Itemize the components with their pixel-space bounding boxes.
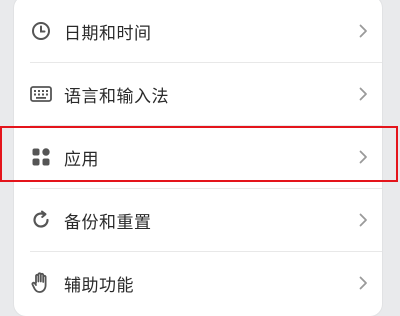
chevron-right-icon [359,276,368,290]
apps-grid-icon [30,146,52,168]
settings-item-apps[interactable]: 应用 [14,126,382,188]
settings-item-date-time[interactable]: 日期和时间 [14,0,382,62]
hand-icon [30,272,52,294]
settings-item-accessibility[interactable]: 辅助功能 [14,252,382,314]
settings-item-label: 日期和时间 [64,23,152,44]
keyboard-icon [30,83,52,105]
chevron-right-icon [359,87,368,101]
settings-item-label: 语言和输入法 [64,86,169,107]
chevron-right-icon [359,213,368,227]
settings-panel: 日期和时间 语言和输入法 应用 备份和重置 辅助功能 [14,0,382,316]
clock-icon [30,20,52,42]
settings-item-language-input[interactable]: 语言和输入法 [14,63,382,125]
settings-item-backup-reset[interactable]: 备份和重置 [14,189,382,251]
refresh-icon [30,209,52,231]
settings-item-label: 辅助功能 [64,275,134,296]
chevron-right-icon [359,24,368,38]
settings-item-label: 备份和重置 [64,212,152,233]
chevron-right-icon [359,150,368,164]
settings-item-label: 应用 [64,149,99,170]
